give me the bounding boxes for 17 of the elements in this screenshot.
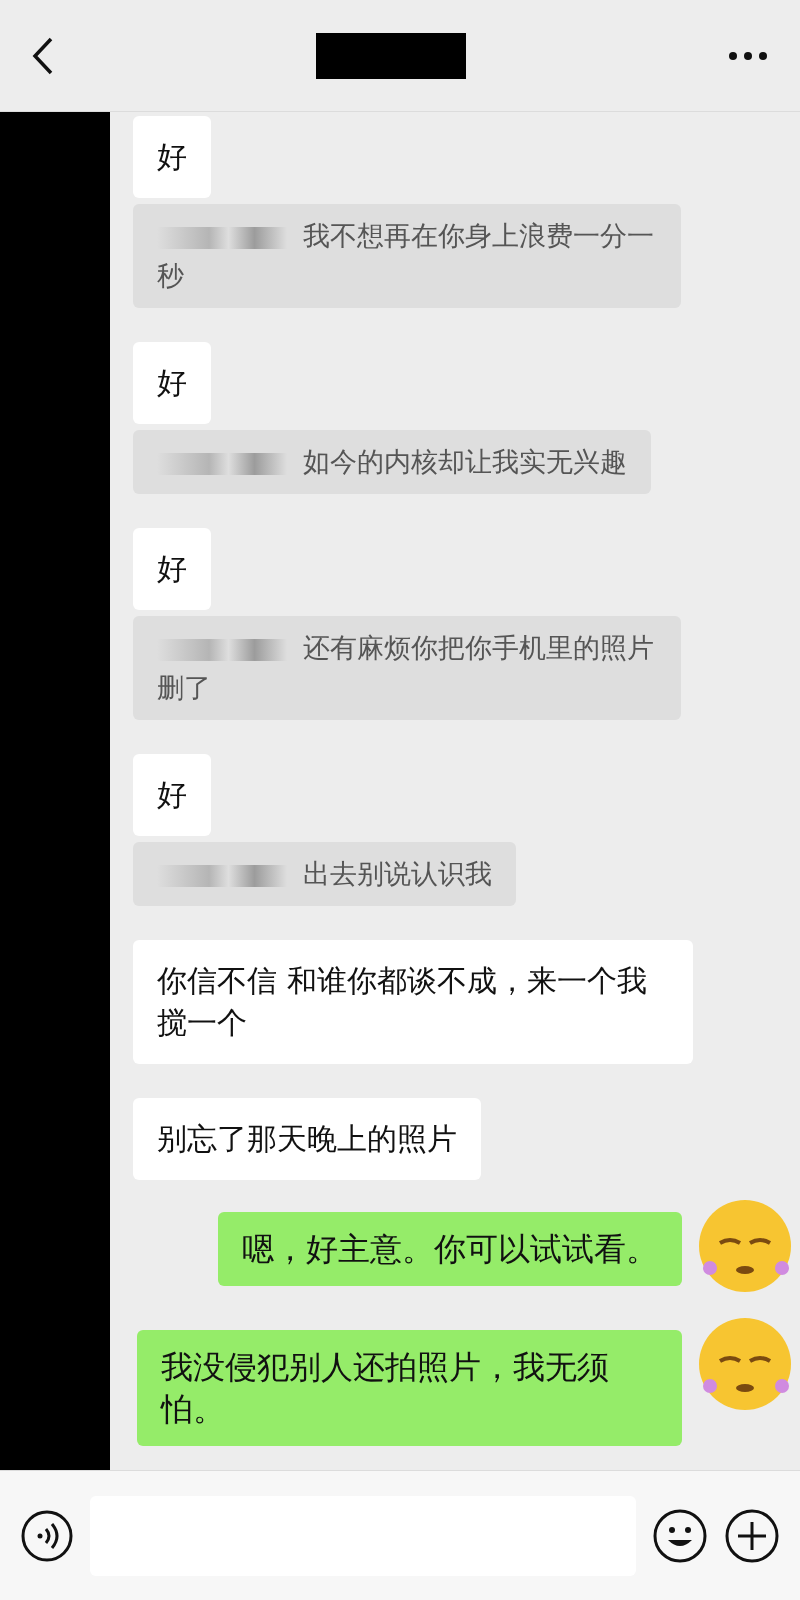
more-icon[interactable] bbox=[728, 50, 768, 61]
message-bubble: 好 bbox=[133, 754, 211, 836]
message-bubble: 你信不信 和谁你都谈不成，来一个我搅一个 bbox=[133, 940, 693, 1064]
back-icon[interactable] bbox=[32, 36, 54, 75]
message-bubble: 我没侵犯别人还拍照片，我无须怕。 bbox=[137, 1330, 682, 1446]
message-bubble: 嗯，好主意。你可以试试看。 bbox=[218, 1212, 682, 1286]
message-bubble: 好 bbox=[133, 116, 211, 198]
message-bubble: 别忘了那天晚上的照片 bbox=[133, 1098, 481, 1180]
message-bubble: 好 bbox=[133, 342, 211, 424]
message-bubble: 好 bbox=[133, 528, 211, 610]
plus-icon[interactable] bbox=[724, 1507, 780, 1564]
quoted-message: 如今的内核却让我实无兴趣 bbox=[157, 442, 627, 482]
voice-icon[interactable] bbox=[20, 1508, 74, 1563]
quoted-message: 出去别说认识我 bbox=[157, 854, 492, 894]
quoted-message: 还有麻烦你把你手机里的照片删了 bbox=[157, 631, 655, 705]
quoted-message: 我不想再在你身上浪费一分一秒 bbox=[157, 219, 655, 293]
emoji-icon[interactable] bbox=[652, 1507, 708, 1564]
